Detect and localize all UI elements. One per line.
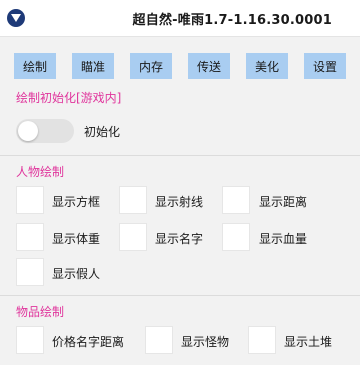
collapse-button[interactable] — [7, 9, 25, 27]
checkbox-show-name[interactable] — [119, 223, 147, 251]
checkbox-show-health[interactable] — [222, 223, 250, 251]
checkbox-show-dummy[interactable] — [16, 258, 44, 286]
checkbox-show-distance[interactable] — [222, 186, 250, 214]
checkbox-label: 显示方框 — [52, 195, 101, 209]
tab-settings[interactable]: 设置 — [304, 53, 346, 79]
checkbox-label: 显示土堆 — [284, 335, 333, 349]
checkbox-label: 显示血量 — [259, 232, 308, 246]
title-bar: 超自然-唯雨1.7-1.16.30.0001 — [0, 0, 360, 37]
checkbox-label: 显示射线 — [155, 195, 204, 209]
checkbox-show-box[interactable] — [16, 186, 44, 214]
checkbox-show-mound[interactable] — [248, 326, 276, 354]
checkbox-label: 显示假人 — [52, 267, 101, 281]
init-toggle-label: 初始化 — [84, 125, 121, 139]
init-toggle[interactable] — [16, 119, 74, 143]
checkbox-label: 价格名字距离 — [52, 335, 125, 349]
tab-beautify[interactable]: 美化 — [246, 53, 288, 79]
triangle-down-icon — [11, 14, 21, 22]
checkbox-show-weight[interactable] — [16, 223, 44, 251]
checkbox-label: 显示距离 — [259, 195, 308, 209]
divider — [0, 295, 360, 296]
section-title-player: 人物绘制 — [16, 165, 65, 179]
checkbox-price-name-distance[interactable] — [16, 326, 44, 354]
tab-memory[interactable]: 内存 — [130, 53, 172, 79]
section-title-items: 物品绘制 — [16, 305, 65, 319]
checkbox-label: 显示体重 — [52, 232, 101, 246]
tab-aim[interactable]: 瞄准 — [72, 53, 114, 79]
checkbox-label: 显示名字 — [155, 232, 204, 246]
checkbox-show-monster[interactable] — [145, 326, 173, 354]
tab-draw[interactable]: 绘制 — [14, 53, 56, 79]
divider — [0, 155, 360, 156]
checkbox-label: 显示怪物 — [181, 335, 230, 349]
tab-teleport[interactable]: 传送 — [188, 53, 230, 79]
menu-panel: 超自然-唯雨1.7-1.16.30.0001 绘制 瞄准 内存 传送 美化 设置… — [0, 0, 360, 365]
tab-bar: 绘制 瞄准 内存 传送 美化 设置 — [0, 53, 360, 80]
toggle-knob — [18, 121, 38, 141]
window-title: 超自然-唯雨1.7-1.16.30.0001 — [132, 13, 332, 28]
checkbox-show-ray[interactable] — [119, 186, 147, 214]
section-title-init: 绘制初始化[游戏内] — [16, 91, 122, 105]
